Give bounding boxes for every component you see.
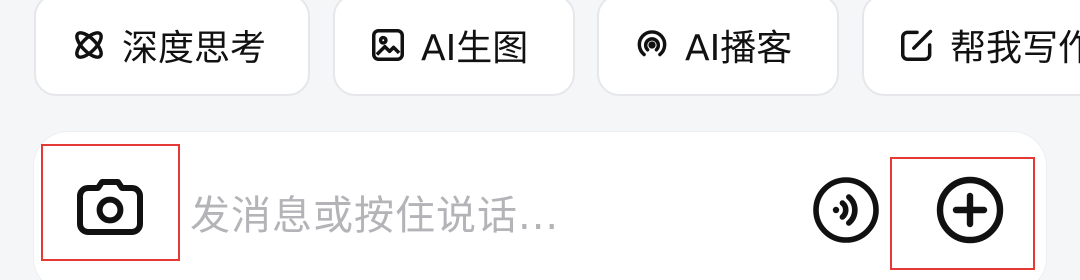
plus-highlight-box	[890, 157, 1035, 270]
image-icon	[369, 26, 407, 64]
ai-podcast-label: AI播客	[685, 28, 793, 69]
ai-image-button[interactable]: AI生图	[333, 0, 575, 96]
edit-icon	[898, 26, 936, 64]
deep-thinking-label: 深度思考	[122, 28, 267, 69]
help-me-write-button[interactable]: 帮我写作	[862, 0, 1080, 96]
deep-thinking-button[interactable]: 深度思考	[34, 0, 310, 96]
message-input[interactable]: 发消息或按住说话...	[190, 183, 559, 241]
help-me-write-label: 帮我写作	[950, 28, 1080, 69]
camera-highlight-box	[41, 144, 180, 261]
ai-image-label: AI生图	[421, 28, 529, 69]
voice-icon[interactable]	[812, 176, 880, 244]
chat-composer-area: 深度思考 AI生图 AI播客 帮我写作 发消息或按住说话...	[0, 0, 1080, 280]
atom-icon	[70, 26, 108, 64]
ai-podcast-button[interactable]: AI播客	[597, 0, 839, 96]
podcast-icon	[633, 26, 671, 64]
